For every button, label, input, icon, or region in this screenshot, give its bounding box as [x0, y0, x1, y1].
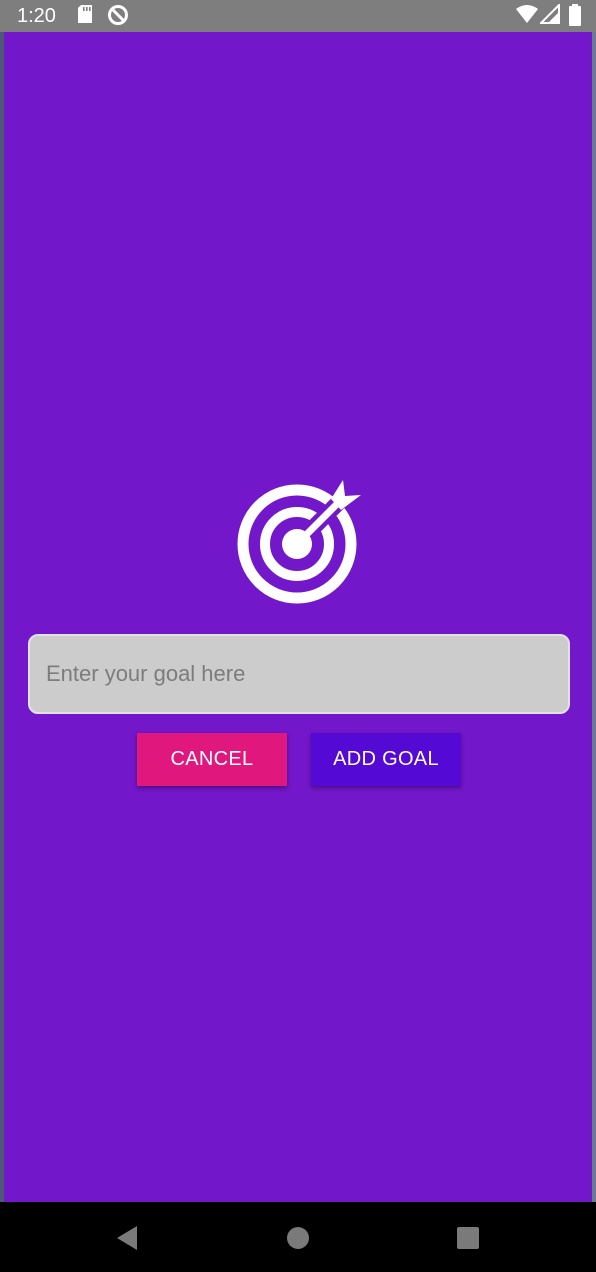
add-goal-button[interactable]: ADD GOAL: [311, 733, 461, 786]
do-not-disturb-icon: [108, 5, 128, 25]
battery-icon: [569, 4, 581, 26]
status-time: 1:20: [17, 5, 56, 27]
cancel-button[interactable]: CANCEL: [137, 733, 287, 786]
goal-input[interactable]: [28, 634, 570, 714]
signal-icon: [540, 4, 560, 24]
sd-card-icon: [78, 5, 92, 23]
wifi-icon: [516, 5, 538, 23]
screen-edge-right: [592, 32, 596, 1202]
home-icon[interactable]: [258, 1202, 338, 1272]
target-arrow-icon: [237, 480, 361, 604]
status-bar: 1:20: [0, 0, 596, 32]
recents-icon[interactable]: [428, 1202, 508, 1272]
phone-screen: 1:20 Enter your goal here CANCEL ADD GOA…: [0, 0, 596, 1272]
navigation-bar: [0, 1202, 596, 1272]
back-icon[interactable]: [88, 1202, 168, 1272]
goal-input-screen: [4, 32, 592, 1202]
